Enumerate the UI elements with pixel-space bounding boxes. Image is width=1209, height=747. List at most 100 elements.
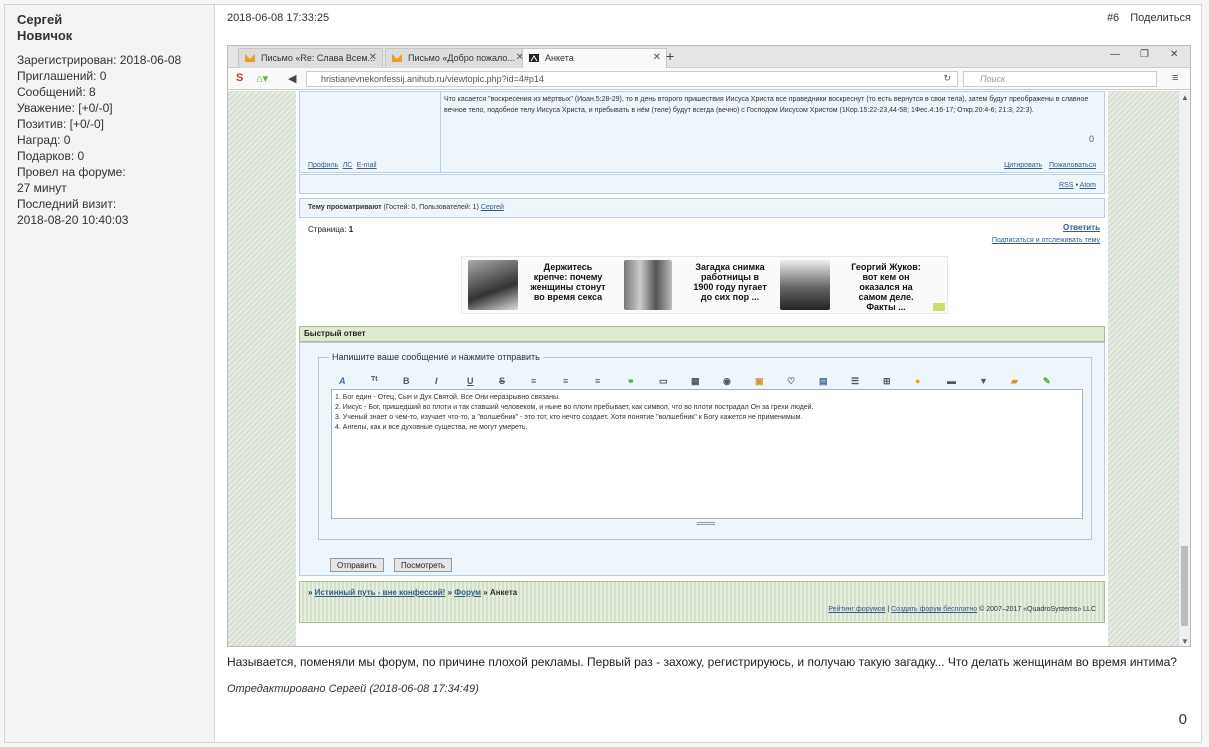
like-count[interactable]: 0 bbox=[1179, 711, 1187, 728]
post-date: 2018-06-08 17:33:25 bbox=[227, 12, 330, 24]
new-tab-icon[interactable]: + bbox=[666, 48, 674, 64]
maximize-icon[interactable]: ❐ bbox=[1140, 49, 1149, 60]
ad-image-2[interactable] bbox=[624, 260, 672, 310]
close-icon[interactable]: ✕ bbox=[653, 52, 661, 63]
ad-badge-icon[interactable] bbox=[933, 303, 945, 311]
ad-text-1[interactable]: Держитесь крепче: почему женщины стонут … bbox=[530, 262, 606, 302]
extension-icon[interactable]: S bbox=[236, 72, 243, 84]
align-center-icon[interactable]: ≡ bbox=[563, 376, 568, 386]
hide-icon[interactable]: ▣ bbox=[755, 376, 764, 387]
editor-toolbar: A Tt B I U S ≡ ≡ ≡ ⚭ ▭ ▦ ◉ ▣ ♡ ▤ ☰ ⊞ ● ▬… bbox=[339, 376, 1079, 388]
footer-copyright: Рейтинг форумов | Создать форум бесплатн… bbox=[828, 606, 1096, 613]
forum-footer: » Истинный путь - вне конфессий! » Форум… bbox=[299, 581, 1105, 623]
link-icon[interactable]: ⚭ bbox=[627, 376, 635, 387]
list-icon[interactable]: ☰ bbox=[851, 376, 859, 387]
scroll-up-icon[interactable]: ▲ bbox=[1181, 93, 1189, 102]
stat-time-label: Провел на форуме: bbox=[17, 165, 126, 179]
embedded-screenshot: Письмо «Re: Слава Всем... ✕ Письмо «Добр… bbox=[227, 45, 1191, 647]
atom-link[interactable]: Atom bbox=[1080, 182, 1096, 189]
home-icon[interactable]: ⌂▾ bbox=[256, 72, 268, 85]
menu-icon[interactable]: ≡ bbox=[1172, 72, 1178, 84]
author-name[interactable]: Сергей bbox=[17, 12, 202, 28]
browser-tab-mail-1[interactable]: Письмо «Re: Слава Всем... ✕ bbox=[238, 48, 383, 68]
previous-post: Что касается "воскресения из мёртвых" (И… bbox=[299, 91, 1105, 173]
italic-icon[interactable]: I bbox=[435, 376, 438, 386]
smile-icon[interactable]: ● bbox=[915, 376, 920, 386]
email-link[interactable]: E-mail bbox=[357, 162, 377, 169]
quote-icon[interactable]: ♡ bbox=[787, 376, 795, 387]
reply-link[interactable]: Ответить bbox=[1063, 223, 1100, 232]
page-scrollbar[interactable]: ▲ ▼ bbox=[1178, 91, 1190, 646]
window-close-icon[interactable]: ✕ bbox=[1170, 49, 1178, 60]
quote-link[interactable]: Цитировать bbox=[1004, 162, 1042, 169]
more-icon[interactable]: ▼ bbox=[979, 376, 988, 386]
resize-handle[interactable] bbox=[697, 522, 715, 525]
table-icon[interactable]: ⊞ bbox=[883, 376, 891, 387]
preview-button[interactable]: Посмотреть bbox=[394, 558, 453, 572]
crumb-forum[interactable]: Форум bbox=[454, 588, 481, 597]
underline-icon[interactable]: U bbox=[467, 376, 474, 386]
text-size-icon[interactable]: Tt bbox=[371, 376, 378, 383]
ad-image-3[interactable] bbox=[780, 260, 830, 310]
upload-icon[interactable]: ▬ bbox=[947, 376, 956, 386]
editor-line: 2. Иисус - Бог, пришедший во плоти и так… bbox=[335, 404, 814, 411]
font-icon[interactable]: A bbox=[339, 376, 346, 386]
page-label: Страница: bbox=[308, 225, 347, 234]
bold-icon[interactable]: B bbox=[403, 376, 410, 386]
align-left-icon[interactable]: ≡ bbox=[531, 376, 536, 386]
browser-tabbar: Письмо «Re: Слава Всем... ✕ Письмо «Добр… bbox=[228, 46, 1190, 68]
stat-messages: Сообщений: 8 bbox=[17, 85, 96, 99]
close-icon[interactable]: ✕ bbox=[369, 52, 377, 63]
video-icon[interactable]: ▦ bbox=[691, 376, 700, 387]
browser-tab-active[interactable]: Анкета ✕ bbox=[522, 48, 667, 68]
reload-icon[interactable]: ↻ bbox=[943, 73, 951, 84]
share-link[interactable]: Поделиться bbox=[1130, 12, 1191, 24]
copyright-text: © 2007–2017 «QuadroSystems» LLC bbox=[979, 606, 1096, 613]
subscribe-link[interactable]: Подписаться и отслеживать тему bbox=[992, 237, 1100, 244]
rating-link[interactable]: Рейтинг форумов bbox=[828, 606, 885, 613]
spellcheck-icon[interactable]: ✎ bbox=[1043, 376, 1051, 387]
browser-search[interactable]: Поиск bbox=[963, 71, 1157, 87]
previous-post-text: Что касается "воскресения из мёртвых" (И… bbox=[444, 96, 1089, 114]
tab-label: Письмо «Добро пожало... bbox=[408, 53, 515, 63]
create-forum-link[interactable]: Создать форум бесплатно bbox=[891, 606, 977, 613]
ad-text-3[interactable]: Георгий Жуков: вот кем он оказался на са… bbox=[848, 262, 924, 312]
post-content: 2018-06-08 17:33:25 #6 Поделиться Письмо… bbox=[227, 5, 1201, 742]
forum-page: Что касается "воскресения из мёртвых" (И… bbox=[296, 91, 1108, 646]
post-number[interactable]: #6 bbox=[1107, 12, 1119, 24]
audio-icon[interactable]: ◉ bbox=[723, 376, 731, 387]
ad-image-1[interactable] bbox=[468, 260, 518, 310]
code-icon[interactable]: ▤ bbox=[819, 376, 828, 387]
page-number: 1 bbox=[348, 225, 354, 234]
scroll-down-icon[interactable]: ▼ bbox=[1181, 637, 1189, 646]
mail-icon bbox=[245, 54, 255, 62]
stat-respect: Уважение: [+0/-0] bbox=[17, 101, 113, 115]
post-text: Называется, поменяли мы форум, по причин… bbox=[227, 655, 1177, 669]
ad-text-2[interactable]: Загадка снимка работницы в 1900 году пуг… bbox=[692, 262, 768, 302]
browser-tab-mail-2[interactable]: Письмо «Добро пожало... ✕ bbox=[385, 48, 530, 68]
url-text: hristianevnekonfessij.anihub.ru/viewtopi… bbox=[321, 74, 544, 84]
url-bar[interactable]: hristianevnekonfessij.anihub.ru/viewtopi… bbox=[306, 71, 958, 87]
strike-icon[interactable]: S bbox=[499, 376, 505, 386]
scroll-thumb[interactable] bbox=[1181, 546, 1188, 626]
stat-gifts: Подарков: 0 bbox=[17, 149, 85, 163]
pagination: Страница: 1 bbox=[308, 225, 353, 234]
folder-icon[interactable]: ▰ bbox=[1011, 376, 1018, 387]
report-link[interactable]: Пожаловаться bbox=[1049, 162, 1096, 169]
profile-link[interactable]: Профиль bbox=[308, 162, 338, 169]
crumb-topic: Анкета bbox=[489, 588, 518, 597]
back-icon[interactable]: ◀ bbox=[288, 72, 296, 85]
stat-time-value: 27 минут bbox=[17, 181, 67, 195]
align-right-icon[interactable]: ≡ bbox=[595, 376, 600, 386]
minimize-icon[interactable]: — bbox=[1110, 49, 1120, 60]
stat-last-visit-value: 2018-08-20 10:40:03 bbox=[17, 213, 129, 227]
message-textarea[interactable]: 1. Бог един - Отец, Сын и Дух Святой. Вс… bbox=[331, 389, 1083, 519]
search-placeholder: Поиск bbox=[980, 74, 1006, 84]
send-button[interactable]: Отправить bbox=[330, 558, 384, 572]
browser-navbar: S ⌂▾ ◀ hristianevnekonfessij.anihub.ru/v… bbox=[228, 68, 1190, 90]
pm-link[interactable]: ЛС bbox=[343, 162, 353, 169]
image-icon[interactable]: ▭ bbox=[659, 376, 668, 387]
viewer-user-link[interactable]: Сергей bbox=[481, 204, 504, 211]
rss-link[interactable]: RSS bbox=[1059, 182, 1073, 189]
crumb-forum-root[interactable]: Истинный путь - вне конфессий! bbox=[315, 588, 446, 597]
